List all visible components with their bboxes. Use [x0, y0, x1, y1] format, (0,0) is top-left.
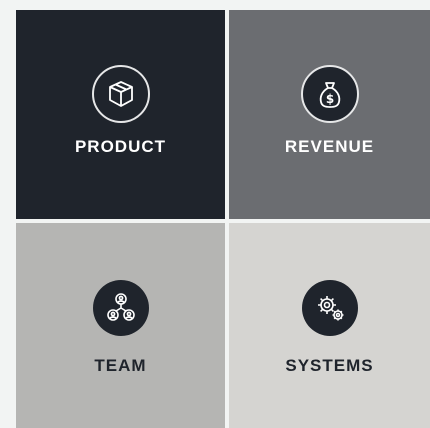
money-bag-icon: $	[300, 65, 359, 123]
box-icon	[91, 65, 150, 123]
tile-systems[interactable]: SYSTEMS	[229, 223, 430, 428]
tile-label: PRODUCT	[74, 137, 167, 156]
tile-revenue[interactable]: $ REVENUE	[229, 10, 430, 219]
tile-team[interactable]: TEAM	[16, 223, 225, 428]
team-icon	[92, 280, 149, 336]
svg-text:$: $	[325, 92, 333, 106]
tile-product[interactable]: PRODUCT	[16, 10, 225, 219]
tile-label: REVENUE	[284, 137, 375, 156]
tile-label: SYSTEMS	[285, 356, 374, 375]
tile-label: TEAM	[94, 356, 147, 375]
gears-icon	[301, 280, 358, 336]
category-grid: PRODUCT $ REVENUE TEAM SYSTEMS	[16, 10, 430, 428]
